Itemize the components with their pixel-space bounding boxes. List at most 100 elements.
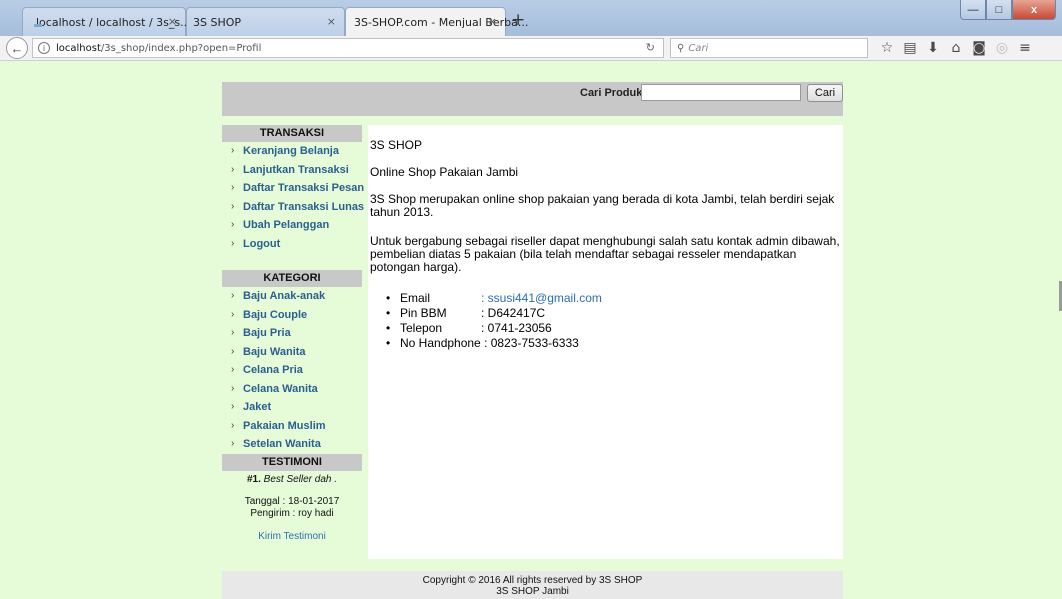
sidebar-item-baju-wanita[interactable]: › Baju Wanita [222,343,362,362]
sidebar-item-setelan-wanita[interactable]: › Setelan Wanita [222,435,362,454]
testimoni-entry: #1. Best Seller dah . [222,474,362,485]
sidebar-item-daftar-transaksi-lunas[interactable]: › Daftar Transaksi Lunas [222,198,365,217]
tab-title: 3S SHOP [193,15,242,29]
contact-value: : 0823-7533-6333 [484,336,579,350]
testimoni-sender: Pengirim : roy hadi [250,507,334,519]
sidebar-item-celana-wanita[interactable]: › Celana Wanita [222,380,362,399]
sidebar-item-label: Baju Pria [243,327,291,339]
close-window-button[interactable]: x [1012,0,1056,20]
chevron-right-icon: › [231,163,235,175]
chevron-right-icon: › [231,438,235,449]
window-controls: — □ x [960,0,1056,22]
chevron-right-icon: › [231,308,235,320]
menu-icon[interactable]: ≡ [1014,39,1036,57]
chevron-right-icon: › [231,200,235,212]
page-title: 3S SHOP [370,138,423,152]
sidebar-item-label: Logout [243,237,281,250]
kirim-testimoni-link[interactable]: Kirim Testimoni [222,531,362,542]
tab-title: 3S-SHOP.com - Menjual Berba... [354,15,529,29]
sidebar-item-label: Ubah Pelanggan [243,219,330,231]
testimoni-box: #1. Best Seller dah . Tanggal : 18-01-20… [222,474,362,542]
sidebar-item-label: Celana Pria [243,364,303,376]
tab-3s-shop-com[interactable]: 3S-SHOP.com - Menjual Berba... × [345,7,528,36]
chevron-right-icon: › [231,327,235,338]
testimoni-number: #1. [246,473,261,485]
sidebar-item-label: Daftar Transaksi Lunas [243,200,365,213]
contact-value: : D642417C [481,306,546,320]
kategori-heading: KATEGORI [222,270,362,287]
chevron-right-icon: › [231,419,235,431]
sidebar-item-celana-pria[interactable]: › Celana Pria [222,361,362,380]
product-search-label: Cari Produk [580,87,643,99]
sidebar-item-daftar-transaksi-pesan[interactable]: › Daftar Transaksi Pesan [222,179,364,198]
back-button[interactable]: ← [6,37,28,59]
sidebar-item-label: Lanjutkan Transaksi [243,163,349,176]
sidebar-item-ubah-pelanggan[interactable]: › Ubah Pelanggan [222,216,362,235]
product-search-button[interactable]: Cari [807,84,843,102]
footer-copyright: Copyright © 2016 All rights reserved by … [422,575,643,586]
sidebar-item-jaket[interactable]: › Jaket [222,398,362,417]
transaksi-heading: TRANSAKSI [222,125,362,142]
minimize-button[interactable]: — [960,0,986,20]
contact-label: Email [400,291,431,305]
pocket-icon[interactable]: ◙ [968,39,990,57]
testimoni-text: Best Seller dah . [263,473,338,485]
home-icon[interactable]: ⌂ [945,39,967,57]
footer-location: 3S SHOP Jambi [496,586,569,597]
contact-telepon: Telepon : 0741-23056 [384,321,602,336]
chevron-right-icon: › [231,345,235,357]
sidebar-item-baju-pria[interactable]: › Baju Pria [222,324,362,343]
chevron-right-icon: › [231,290,235,301]
sidebar-item-label: Baju Couple [243,308,308,321]
sidebar: TRANSAKSI › Keranjang Belanja › Lanjutkan … [222,125,365,542]
sidebar-item-label: Jaket [243,401,272,413]
sidebar-item-keranjang-belanja[interactable]: › Keranjang Belanja [222,142,362,161]
toolbar-icons: ☆ ▤ ⬇ ⌂ ◙ ◎ ≡ [876,39,1037,57]
chevron-right-icon: › [231,219,235,230]
sidebar-item-label: Setelan Wanita [243,438,321,450]
contact-pin-bbm: Pin BBM : D642417C [384,306,602,321]
sidebar-item-pakaian-muslim[interactable]: › Pakaian Muslim [222,417,362,436]
contact-value: : 0741-23056 [481,321,552,335]
download-icon[interactable]: ⬇ [922,39,944,57]
chevron-right-icon: › [231,401,235,412]
site-info-icon[interactable]: i [38,42,50,54]
contact-label: Pin BBM [400,306,447,320]
sidebar-item-label: Baju Wanita [243,345,306,358]
tab-phpmyadmin[interactable]: localhost / localhost / 3s_s... × [22,7,191,36]
maximize-button[interactable]: □ [986,0,1012,20]
bookmarks-list-icon[interactable]: ▤ [899,39,921,57]
chevron-right-icon: › [231,364,235,375]
main-content: 3S SHOP Online Shop Pakaian Jambi 3S Sho… [368,125,843,559]
page-subtitle: Online Shop Pakaian Jambi [370,165,519,179]
back-arrow-icon: ← [10,40,24,56]
chevron-right-icon: › [231,382,235,394]
browser-navbar: ← i localhost/3s_shop/index.php?open=Pro… [0,36,1062,61]
site-footer: Copyright © 2016 All rights reserved by … [222,571,843,599]
tab-3s-shop[interactable]: 3S SHOP × [186,7,345,36]
browser-search-bar[interactable]: ⚲ Cari [670,38,868,58]
browser-titlebar: localhost / localhost / 3s_s... × 3S SHO… [0,0,1062,36]
bookmark-star-icon[interactable]: ☆ [876,39,898,57]
url-bar[interactable]: i localhost/3s_shop/index.php?open=Profi… [32,38,664,58]
tab-close-icon[interactable]: × [488,15,497,28]
sidebar-item-lanjutkan-transaksi[interactable]: › Lanjutkan Transaksi [222,161,362,180]
search-placeholder: Cari [688,42,709,54]
email-link[interactable]: : ssusi441@gmail.com [481,291,602,305]
site-header: Cari Produk Cari [222,82,843,116]
sidebar-item-label: Pakaian Muslim [243,419,326,432]
sidebar-item-label: Keranjang Belanja [243,145,339,157]
product-search-input[interactable] [641,84,801,101]
sidebar-item-baju-anak-anak[interactable]: › Baju Anak-anak [222,287,362,306]
addon-icon[interactable]: ◎ [991,39,1013,57]
new-tab-button[interactable]: + [511,10,525,30]
page-scrollbar[interactable] [1056,61,1062,599]
contact-label: Telepon [400,321,443,335]
tab-close-icon[interactable]: × [327,15,336,28]
sidebar-item-logout[interactable]: › Logout [222,235,362,254]
tab-close-icon[interactable]: × [168,15,177,28]
reseller-paragraph: Untuk bergabung sebagai riseller dapat m… [370,234,840,274]
reload-icon[interactable]: ↻ [646,41,655,54]
contact-email: Email : ssusi441@gmail.com [384,291,602,306]
sidebar-item-baju-couple[interactable]: › Baju Couple [222,306,362,325]
